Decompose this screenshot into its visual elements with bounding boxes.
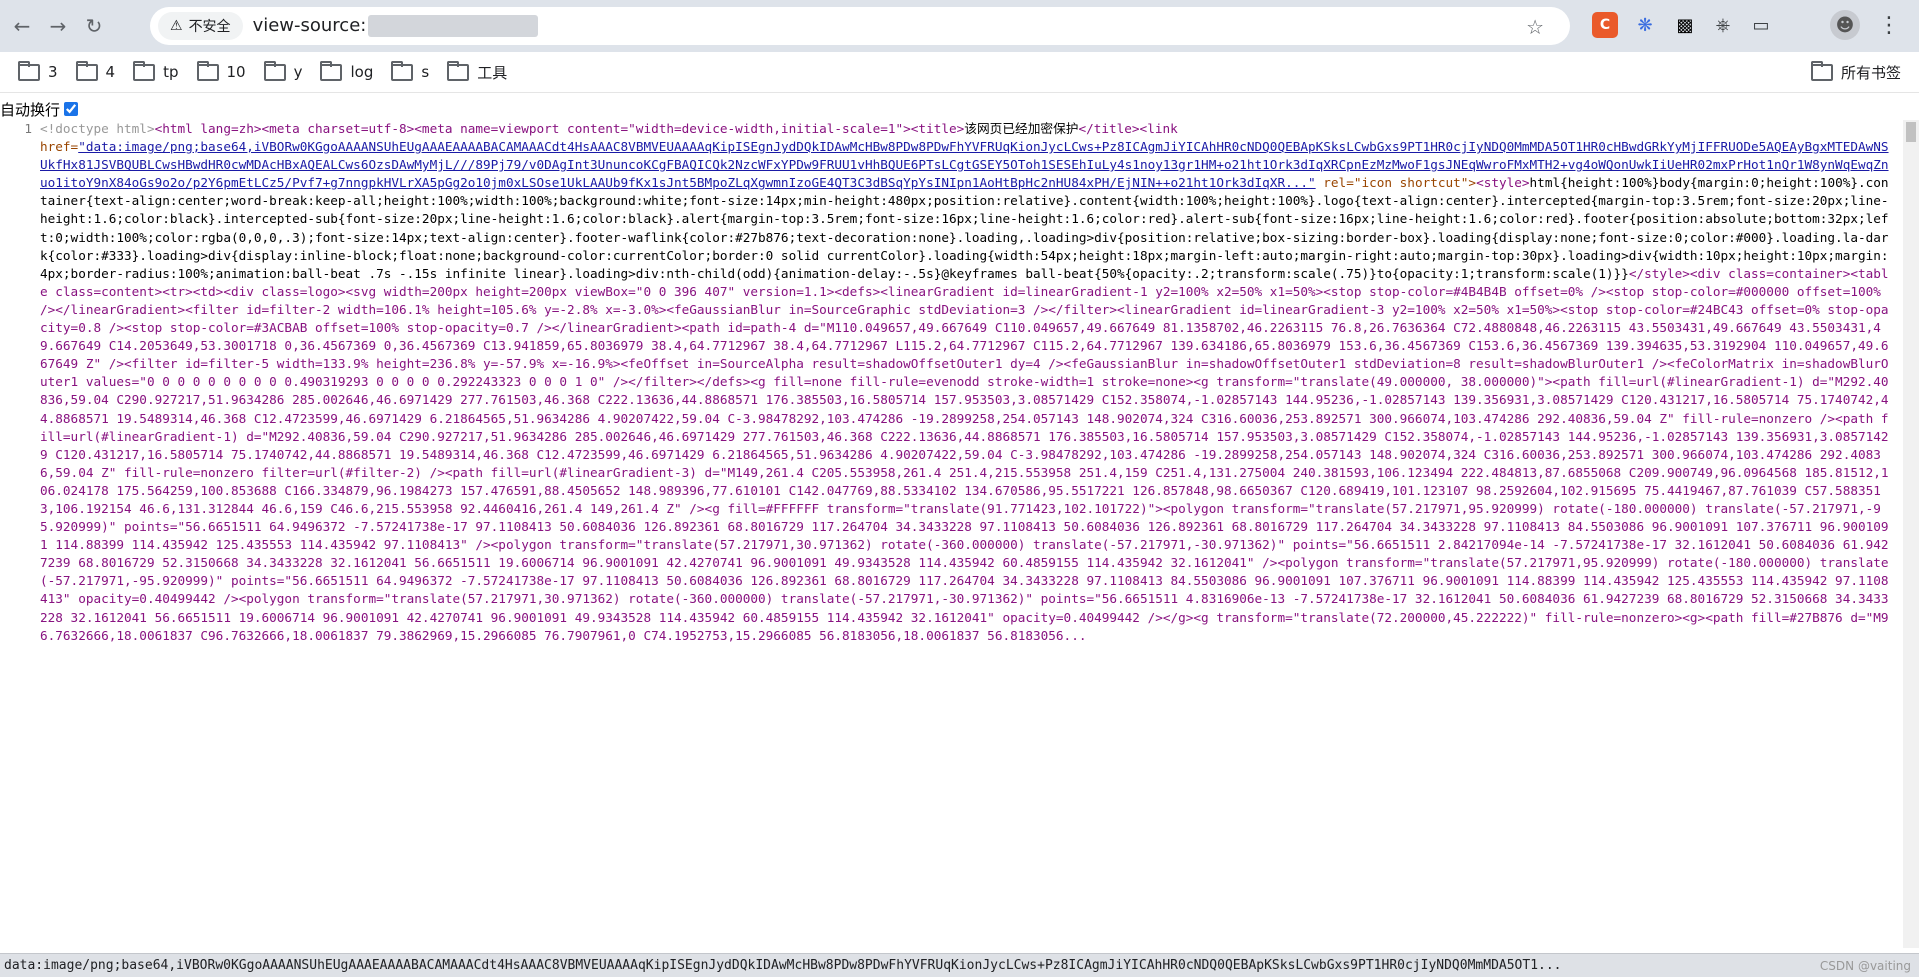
bookmark-folder[interactable]: 3: [18, 60, 58, 81]
extensions-puzzle-icon[interactable]: ⎈: [1710, 12, 1736, 38]
href-attr: href=: [40, 139, 79, 155]
extension-c-icon[interactable]: C: [1592, 12, 1618, 38]
bookmark-label: tp: [163, 63, 179, 81]
status-url: data:image/png;base64,iVBORw0KGgoAAAANSU…: [4, 958, 1562, 973]
bookmark-label: 10: [226, 63, 246, 81]
bookmark-folder[interactable]: s: [391, 60, 430, 81]
bookmark-label: s: [421, 63, 430, 81]
bookmark-folder[interactable]: 10: [196, 60, 246, 81]
reload-icon: ↻: [85, 14, 103, 38]
reload-button[interactable]: ↻: [78, 10, 110, 42]
profile-avatar[interactable]: ☻: [1830, 10, 1860, 40]
extension-gear-icon[interactable]: ❋: [1632, 12, 1658, 38]
bookmark-folder[interactable]: log: [320, 60, 374, 81]
folder-icon: [133, 60, 156, 81]
bookmark-folder[interactable]: y: [263, 60, 303, 81]
watermark: CSDN @vaiting: [1819, 959, 1911, 973]
all-bookmarks-label: 所有书签: [1840, 64, 1901, 82]
bookmark-label: log: [350, 63, 374, 81]
html-head-markup: <html lang=zh><meta charset=utf-8><meta …: [154, 121, 965, 136]
rel-attr: rel="icon shortcut">: [1315, 175, 1477, 191]
url-text[interactable]: view-source:: [253, 15, 539, 37]
scrollbar-thumb[interactable]: [1906, 122, 1916, 142]
bookmark-folder[interactable]: 工具: [447, 60, 508, 83]
title-text: 该网页已经加密保护: [964, 121, 1079, 136]
browser-toolbar: ← → ↻ ⚠ 不安全 view-source: ☆ C ❋ ▩ ⎈ ▭ ☻ ⋮: [0, 0, 1919, 52]
security-label: 不安全: [188, 19, 231, 35]
folder-icon: [18, 60, 40, 81]
source-view: 1 <!doctype html><html lang=zh><meta cha…: [0, 120, 1900, 948]
extension-mask-icon[interactable]: ▩: [1672, 12, 1698, 38]
body-markup: <div class=container><table class=conten…: [40, 265, 1889, 643]
url-prefix: view-source:: [252, 15, 367, 36]
vertical-scrollbar[interactable]: [1903, 120, 1919, 948]
folder-icon: [391, 60, 414, 81]
folder-icon: [196, 60, 219, 81]
folder-icon: [320, 60, 343, 81]
folder-icon: [75, 60, 98, 81]
style-close-tag: </style>: [1628, 265, 1690, 281]
style-open-tag: <style>: [1476, 175, 1530, 191]
menu-kebab-icon[interactable]: ⋮: [1876, 12, 1902, 38]
bookmark-label: 工具: [477, 63, 508, 82]
source-code: <!doctype html><html lang=zh><meta chars…: [40, 120, 1896, 645]
folder-icon: [447, 60, 470, 81]
bookmark-label: 3: [48, 63, 58, 81]
security-chip[interactable]: ⚠ 不安全: [158, 12, 243, 40]
window-icon[interactable]: ▭: [1748, 12, 1774, 38]
bookmark-label: y: [293, 63, 303, 81]
back-button[interactable]: ←: [6, 10, 38, 42]
line-wrap-checkbox[interactable]: [64, 102, 79, 116]
redacted-url: [368, 15, 539, 37]
bookmarks-bar: 3 4 tp 10 y log s 工具 所有书签: [0, 52, 1919, 93]
arrow-right-icon: →: [49, 14, 67, 38]
bookmark-label: 4: [105, 63, 116, 81]
bookmark-folder[interactable]: 4: [75, 60, 116, 81]
bookmark-folder[interactable]: tp: [133, 60, 179, 81]
line-number: 1: [24, 121, 32, 136]
warning-icon: ⚠: [170, 18, 183, 34]
doctype: <!doctype html>: [40, 121, 155, 136]
status-bar: data:image/png;base64,iVBORw0KGgoAAAANSU…: [0, 953, 1919, 977]
arrow-left-icon: ←: [13, 14, 31, 38]
folder-icon: [263, 60, 286, 81]
link-tag: </title><link: [1078, 121, 1178, 136]
line-wrap-toggle: 自动换行: [0, 98, 79, 120]
address-bar[interactable]: ⚠ 不安全 view-source: ☆: [150, 7, 1570, 45]
css-text: html{height:100%}body{margin:0;height:10…: [40, 175, 1889, 281]
bookmark-star-icon[interactable]: ☆: [1526, 15, 1544, 39]
all-bookmarks-button[interactable]: 所有书签: [1810, 61, 1901, 83]
line-wrap-label[interactable]: 自动换行: [0, 99, 60, 120]
folder-icon: [1810, 61, 1833, 81]
forward-button[interactable]: →: [42, 10, 74, 42]
